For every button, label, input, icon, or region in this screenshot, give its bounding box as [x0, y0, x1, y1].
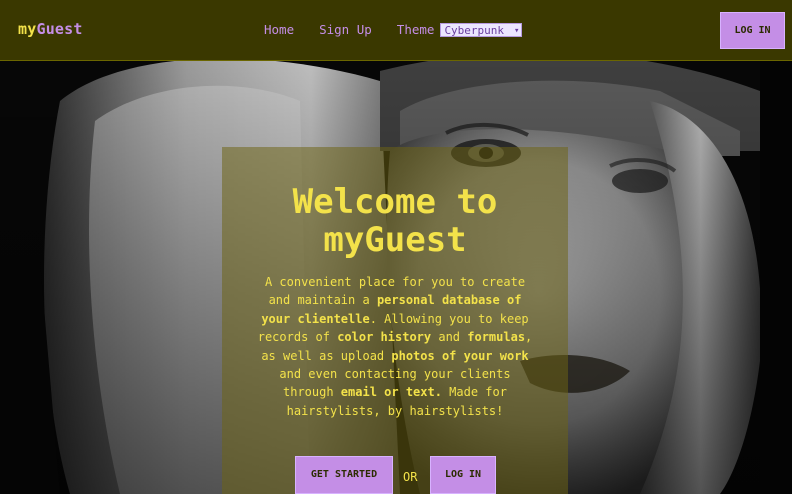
theme-select[interactable]: Cyberpunk ▾ [440, 22, 523, 37]
nav-home-link[interactable]: Home [264, 22, 294, 37]
desc-part-4: color history [337, 330, 432, 345]
navbar: myGuest Home Sign Up Theme Cyberpunk ▾ L… [0, 0, 792, 61]
chevron-down-icon: ▾ [514, 25, 520, 36]
nav-theme-label: Theme [396, 22, 435, 37]
desc-part-8: photos of your work [391, 348, 529, 363]
brand-suffix: Guest [36, 20, 83, 38]
hero-title: Welcome to myGuest [292, 182, 498, 260]
nav-signup-link[interactable]: Sign Up [319, 22, 372, 37]
login-button[interactable]: LOG IN [720, 12, 785, 49]
hero-description: A convenient place for you to create and… [256, 273, 534, 420]
nav-links: Home Sign Up Theme Cyberpunk ▾ [264, 22, 523, 37]
desc-part-5: and [431, 330, 468, 345]
desc-part-10: email or text. [340, 385, 442, 400]
brand-prefix: my [18, 20, 37, 38]
brand-logo[interactable]: myGuest [18, 20, 83, 38]
desc-part-6: formulas [467, 330, 526, 345]
or-separator: OR [403, 470, 418, 484]
theme-select-value: Cyberpunk [444, 23, 505, 37]
hero-login-button[interactable]: LOG IN [430, 456, 496, 494]
get-started-button[interactable]: GET STARTED [295, 456, 393, 494]
